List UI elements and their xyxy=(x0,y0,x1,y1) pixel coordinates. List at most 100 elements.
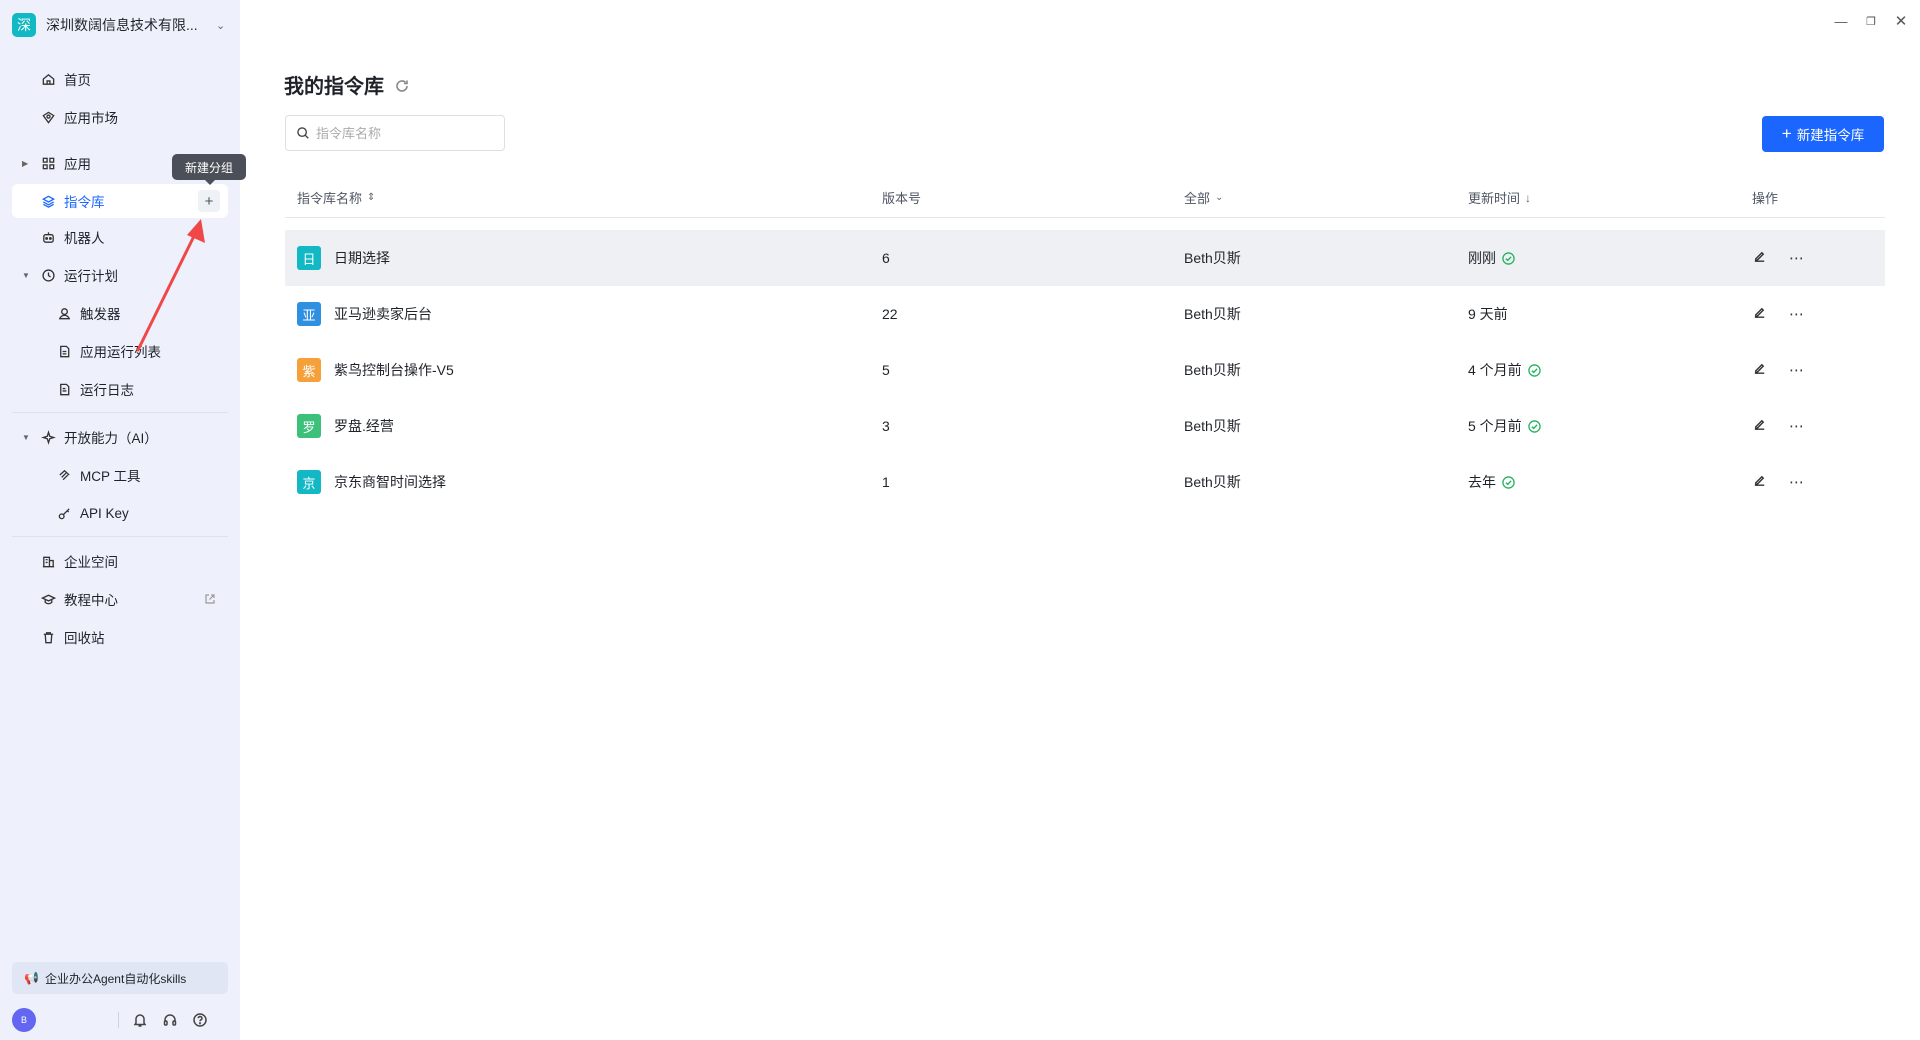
nav-trigger[interactable]: 触发器 xyxy=(12,298,228,328)
avatar[interactable]: B xyxy=(12,1008,36,1032)
nav-open-ai-label: 开放能力（AI） xyxy=(64,431,158,446)
new-library-button[interactable]: + 新建指令库 xyxy=(1762,116,1884,152)
version-value: 1 xyxy=(882,474,890,490)
page-title-text: 我的指令库 xyxy=(284,76,384,98)
nav-library[interactable]: 指令库 + xyxy=(12,184,228,218)
building-icon xyxy=(40,553,56,569)
library-badge: 罗 xyxy=(297,414,321,438)
nav-apikey[interactable]: API Key xyxy=(12,498,228,528)
cell-name[interactable]: 紫紫鸟控制台操作-V5 xyxy=(297,342,454,398)
cell-name[interactable]: 京京东商智时间选择 xyxy=(297,454,446,510)
nav-home-label: 首页 xyxy=(64,73,91,88)
th-updated[interactable]: 更新时间 ↓ xyxy=(1468,188,1531,207)
nav-market[interactable]: 应用市场 xyxy=(12,102,228,132)
headset-icon[interactable] xyxy=(161,1011,179,1029)
edit-icon[interactable] xyxy=(1752,361,1767,379)
refresh-icon[interactable] xyxy=(394,77,410,93)
edit-icon[interactable] xyxy=(1752,417,1767,435)
chevron-down-icon: ⌄ xyxy=(1215,192,1224,203)
minimize-icon[interactable]: — xyxy=(1834,14,1848,29)
org-switcher[interactable]: 深 深圳数阔信息技术有限... ⌄ xyxy=(12,12,228,38)
help-icon[interactable] xyxy=(191,1011,209,1029)
new-library-label: 新建指令库 xyxy=(1796,128,1865,143)
table-row[interactable]: 紫紫鸟控制台操作-V5 5 Beth贝斯 4 个月前 ⋯ xyxy=(285,342,1885,398)
nav-robots-label: 机器人 xyxy=(64,231,105,246)
new-group-button[interactable]: + xyxy=(198,190,220,212)
verified-icon xyxy=(1502,475,1515,489)
bell-icon[interactable] xyxy=(131,1011,149,1029)
sparkle-icon xyxy=(40,429,56,445)
more-icon[interactable]: ⋯ xyxy=(1789,305,1804,323)
table-row[interactable]: 罗罗盘.经营 3 Beth贝斯 5 个月前 ⋯ xyxy=(285,398,1885,454)
search-input[interactable] xyxy=(316,125,496,141)
grid-icon xyxy=(40,155,56,171)
caret-down-icon: ▼ xyxy=(22,432,30,442)
th-owner-filter[interactable]: 全部 ⌄ xyxy=(1184,188,1223,207)
library-name: 罗盘.经营 xyxy=(334,418,394,434)
updated-value: 刚刚 xyxy=(1468,250,1496,266)
table-row[interactable]: 亚亚马逊卖家后台 22 Beth贝斯 9 天前 ⋯ xyxy=(285,286,1885,342)
more-icon[interactable]: ⋯ xyxy=(1789,361,1804,379)
edit-icon[interactable] xyxy=(1752,473,1767,491)
nav-home[interactable]: 首页 xyxy=(12,64,228,94)
cell-updated: 去年 xyxy=(1468,454,1515,510)
external-link-icon xyxy=(205,594,215,604)
home-icon xyxy=(40,71,56,87)
cell-name[interactable]: 罗罗盘.经营 xyxy=(297,398,394,454)
cell-name[interactable]: 日日期选择 xyxy=(297,230,390,286)
edit-icon[interactable] xyxy=(1752,249,1767,267)
nav-trigger-label: 触发器 xyxy=(80,307,121,322)
nav-enterprise[interactable]: 企业空间 xyxy=(12,546,228,576)
version-value: 22 xyxy=(882,306,898,322)
promo-banner[interactable]: 📢 企业办公Agent自动化skills xyxy=(12,962,228,994)
nav-run-log[interactable]: 运行日志 xyxy=(12,374,228,404)
nav-app-run-list[interactable]: 应用运行列表 xyxy=(12,336,228,366)
more-icon[interactable]: ⋯ xyxy=(1789,249,1804,267)
cell-updated: 刚刚 xyxy=(1468,230,1515,286)
nav-tutorial[interactable]: 教程中心 xyxy=(12,584,228,614)
nav-robots[interactable]: 机器人 xyxy=(12,222,228,252)
nav-open-ai[interactable]: ▼ 开放能力（AI） xyxy=(12,422,228,452)
cell-name[interactable]: 亚亚马逊卖家后台 xyxy=(297,286,432,342)
new-group-tooltip: 新建分组 xyxy=(172,154,246,185)
log-file-icon xyxy=(56,381,72,397)
robot-icon xyxy=(40,229,56,245)
cell-version: 5 xyxy=(882,342,890,398)
updated-value: 去年 xyxy=(1468,474,1496,490)
th-version: 版本号 xyxy=(882,188,921,207)
list-file-icon xyxy=(56,343,72,359)
version-value: 6 xyxy=(882,250,890,266)
clock-icon xyxy=(40,267,56,283)
cell-version: 1 xyxy=(882,454,890,510)
trigger-icon xyxy=(56,305,72,321)
search-box[interactable] xyxy=(285,115,505,151)
nav-plan[interactable]: ▼ 运行计划 xyxy=(12,260,228,290)
chevron-down-icon: ⌄ xyxy=(216,19,226,32)
version-value: 3 xyxy=(882,418,890,434)
updated-value: 9 天前 xyxy=(1468,306,1508,322)
close-icon[interactable]: ✕ xyxy=(1894,13,1908,30)
verified-icon xyxy=(1527,363,1541,377)
owner-value: Beth贝斯 xyxy=(1184,362,1241,378)
table-row[interactable]: 日日期选择 6 Beth贝斯 刚刚 ⋯ xyxy=(285,230,1885,286)
table-row[interactable]: 京京东商智时间选择 1 Beth贝斯 去年 ⋯ xyxy=(285,454,1885,510)
nav-recycle[interactable]: 回收站 xyxy=(12,622,228,652)
search-icon xyxy=(297,127,309,139)
cell-version: 6 xyxy=(882,230,890,286)
more-icon[interactable]: ⋯ xyxy=(1789,473,1804,491)
nav-mcp[interactable]: MCP 工具 xyxy=(12,460,228,490)
nav-mcp-label: MCP 工具 xyxy=(80,469,141,484)
nav-run-log-label: 运行日志 xyxy=(80,383,134,398)
table-header: 指令库名称 ⇕ 版本号 全部 ⌄ 更新时间 ↓ 操作 xyxy=(285,180,1885,218)
cell-actions: ⋯ xyxy=(1752,454,1804,510)
th-name[interactable]: 指令库名称 ⇕ xyxy=(297,188,375,207)
updated-value: 5 个月前 xyxy=(1468,418,1522,434)
cell-actions: ⋯ xyxy=(1752,342,1804,398)
sidebar-footer: B xyxy=(12,1008,228,1032)
th-version-label: 版本号 xyxy=(882,191,922,206)
edit-icon[interactable] xyxy=(1752,305,1767,323)
restore-icon[interactable]: ❐ xyxy=(1864,14,1878,28)
cell-version: 3 xyxy=(882,398,890,454)
more-icon[interactable]: ⋯ xyxy=(1789,417,1804,435)
owner-value: Beth贝斯 xyxy=(1184,474,1241,490)
